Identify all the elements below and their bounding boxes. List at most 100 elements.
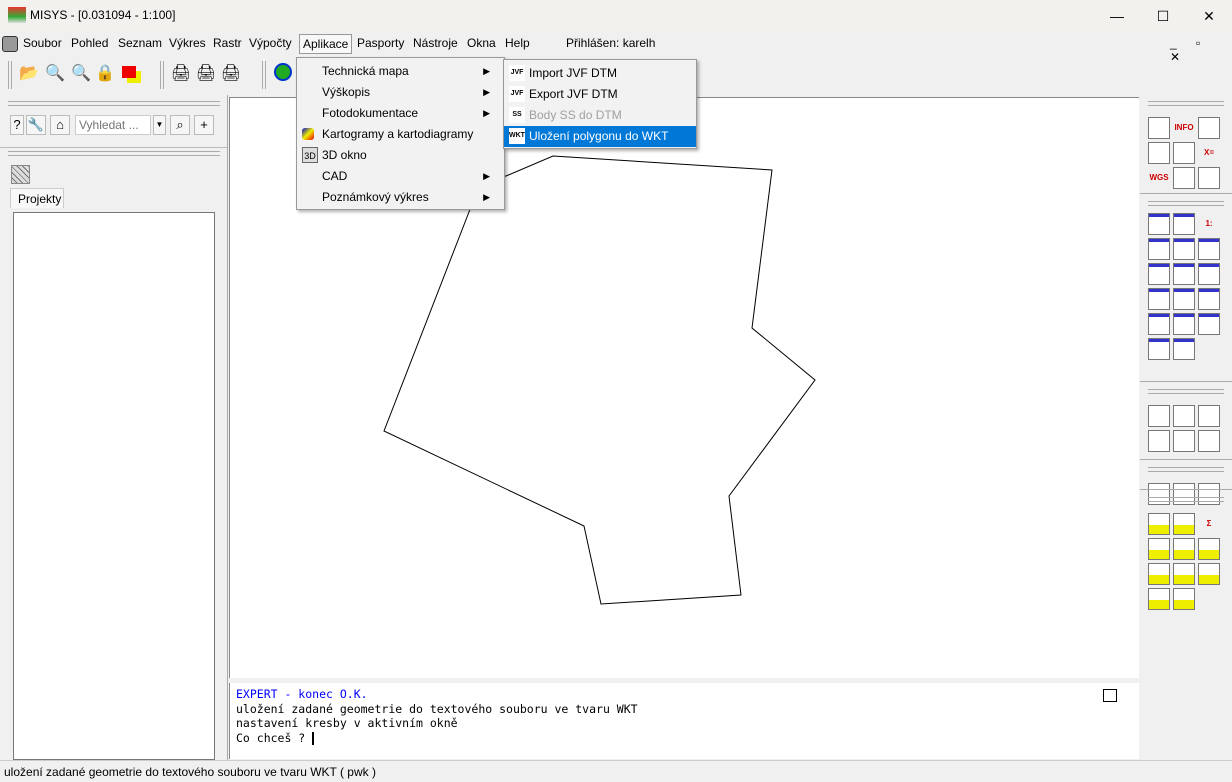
pan-top-icon[interactable] [1173, 313, 1195, 335]
menu-rastr[interactable]: Rastr [210, 36, 245, 50]
toolbar-grip[interactable] [1148, 389, 1224, 394]
erase-view-icon[interactable] [1198, 263, 1220, 285]
tree-view-icon[interactable] [1173, 288, 1195, 310]
search-dropdown-button[interactable]: ▼ [153, 115, 166, 135]
toolbar-grip[interactable] [1148, 201, 1224, 206]
menu-aplikace[interactable]: Aplikace [299, 34, 353, 54]
xy-coordinates-icon[interactable]: X= [1198, 142, 1220, 164]
toolbar-grip[interactable] [1148, 467, 1224, 472]
attribute-edit-icon[interactable] [1198, 563, 1220, 585]
home-icon[interactable]: ⌂ [50, 115, 70, 135]
print-setup-icon[interactable]: 🖨 [220, 63, 242, 85]
center-icon[interactable] [1173, 238, 1195, 260]
menu-item[interactable]: Fotodokumentace ▶ [297, 103, 504, 124]
pan-left-icon[interactable] [1148, 238, 1170, 260]
menu-okna[interactable]: Okna [464, 36, 499, 50]
snap-point-icon[interactable] [1173, 142, 1195, 164]
lasso-list-icon[interactable] [1198, 430, 1220, 452]
zoom-out-icon[interactable] [1148, 313, 1170, 335]
submenu-item[interactable]: WKT Uložení polygonu do WKT [504, 126, 696, 147]
highlight-icon[interactable] [1173, 430, 1195, 452]
attribute-grid-icon[interactable] [1198, 538, 1220, 560]
layers-icon[interactable] [118, 63, 140, 85]
console-maximize-button[interactable] [1103, 689, 1117, 702]
menu-item[interactable]: 3D 3D okno [297, 145, 504, 166]
menu-item[interactable]: Kartogramy a kartodiagramy [297, 124, 504, 145]
attributes-arrows-icon[interactable] [1148, 513, 1170, 535]
attribute-copy-icon[interactable] [1148, 563, 1170, 585]
open-folder-icon[interactable]: 📂 [18, 63, 40, 85]
panel-grip[interactable] [8, 151, 220, 156]
submenu-item[interactable]: JVF Export JVF DTM [504, 84, 696, 105]
attribute-tool-icon[interactable] [1148, 588, 1170, 610]
mdi-window-controls[interactable]: _ ▫ ✕ [1170, 36, 1232, 64]
undo-icon[interactable] [1148, 117, 1170, 139]
menu-item[interactable]: Poznámkový výkres ▶ [297, 187, 504, 208]
menu-item[interactable]: Výškopis ▶ [297, 82, 504, 103]
close-button[interactable]: ✕ [1186, 0, 1232, 32]
menu-pohled[interactable]: Pohled [68, 36, 111, 50]
attribute-area-icon[interactable] [1173, 513, 1195, 535]
search-icon[interactable]: ⌕ [170, 115, 190, 135]
sum-attribute-icon[interactable]: Σ [1198, 513, 1220, 535]
menu-help[interactable]: Help [502, 36, 533, 50]
zoom-tool-icon[interactable]: 🔍 [44, 63, 66, 85]
toolbar-grip[interactable] [1148, 497, 1224, 502]
zoom-window-icon[interactable]: 🔍 [70, 63, 92, 85]
fill-view-icon[interactable] [1198, 288, 1220, 310]
print-preview-icon[interactable]: 🖨 [195, 63, 217, 85]
lasso-icon[interactable] [1198, 405, 1220, 427]
menu-item[interactable]: Technická mapa ▶ [297, 61, 504, 82]
delete-point-icon[interactable] [1173, 405, 1195, 427]
gps-globe-icon[interactable] [1173, 167, 1195, 189]
new-view-icon[interactable] [1148, 288, 1170, 310]
add-icon[interactable]: + [194, 115, 214, 135]
info-icon[interactable]: INFO [1173, 117, 1195, 139]
menu-vypocty[interactable]: Výpočty [246, 36, 295, 50]
menu-item[interactable]: CAD ▶ [297, 166, 504, 187]
search-input[interactable] [75, 115, 151, 135]
pan-up-icon[interactable] [1173, 213, 1195, 235]
print-icon[interactable]: 🖨 [170, 63, 192, 85]
submenu-item[interactable]: JVF Import JVF DTM [504, 63, 696, 84]
menu-seznam[interactable]: Seznam [115, 36, 165, 50]
menu-nastroje[interactable]: Nástroje [410, 36, 461, 50]
projects-tree[interactable] [13, 212, 215, 760]
map-pin-icon[interactable] [1198, 167, 1220, 189]
point-info-icon[interactable] [1148, 405, 1170, 427]
crosshair-icon[interactable] [1198, 117, 1220, 139]
wrench-icon[interactable]: 🔧 [26, 115, 46, 135]
menu-soubor[interactable]: Soubor [20, 36, 65, 50]
command-console[interactable]: EXPERT - konec O.K. uložení zadané geome… [229, 683, 1139, 759]
maximize-button[interactable]: ☐ [1140, 0, 1186, 32]
pan-right-icon[interactable] [1198, 238, 1220, 260]
minimize-button[interactable]: — [1094, 0, 1140, 32]
menu-vykres[interactable]: Výkres [166, 36, 209, 50]
wgs-icon[interactable]: WGS [1148, 167, 1170, 189]
polygon-shape[interactable] [383, 155, 816, 605]
toolbar-grip[interactable] [160, 61, 164, 89]
previous-view-icon[interactable] [1148, 338, 1170, 360]
globe-icon[interactable] [272, 63, 294, 85]
map-tile-icon[interactable] [11, 165, 30, 184]
tab-projekty[interactable]: Projekty [10, 188, 64, 208]
redo-icon[interactable] [1148, 142, 1170, 164]
toolbar-grip[interactable] [1148, 101, 1224, 106]
lock-icon[interactable]: 🔒 [94, 63, 116, 85]
help-button[interactable]: ? [10, 115, 24, 135]
attribute-line-icon[interactable] [1173, 538, 1195, 560]
attribute-table-icon[interactable] [1148, 538, 1170, 560]
attribute-assign-icon[interactable] [1173, 563, 1195, 585]
zoom-in-icon[interactable] [1198, 313, 1220, 335]
zoom-extent-icon[interactable] [1148, 263, 1170, 285]
panel-grip[interactable] [8, 101, 220, 106]
attribute-k-icon[interactable] [1173, 588, 1195, 610]
zoom-window-icon[interactable] [1148, 213, 1170, 235]
toolbar-grip[interactable] [262, 61, 266, 89]
scale-icon[interactable]: 1: [1198, 213, 1220, 235]
point-list-icon[interactable] [1148, 430, 1170, 452]
home-view-icon[interactable] [1173, 338, 1195, 360]
menu-pasporty[interactable]: Pasporty [354, 36, 407, 50]
toolbar-grip[interactable] [8, 61, 12, 89]
pan-down-icon[interactable] [1173, 263, 1195, 285]
